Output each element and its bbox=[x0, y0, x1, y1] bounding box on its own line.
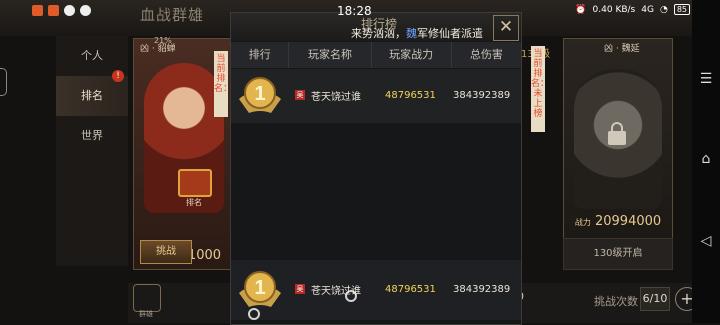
alarm-icon: ⏰ bbox=[575, 4, 587, 15]
marquee-faction: 魏 bbox=[406, 27, 417, 40]
lock-icon bbox=[608, 122, 626, 145]
status-bar: 18:28 ⏰ 0.40 KB/s 4G ◔ 85 bbox=[0, 0, 720, 22]
col-player-name: 玩家名称 bbox=[289, 42, 372, 68]
boss-card-diaochan[interactable]: 凶 · 貂蝉 当前排名： 排名 战力 2861000 bbox=[133, 38, 231, 270]
table-row[interactable]: 1 吴 苍天饶过谁 48796531 384392389 bbox=[231, 69, 521, 123]
heroes-icon[interactable] bbox=[133, 284, 161, 312]
notification-icon bbox=[80, 5, 91, 16]
my-rank-row[interactable]: 1 吴 苍天饶过谁 48796531 384392389 bbox=[231, 260, 521, 320]
unlock-level-label: 130级开启 bbox=[563, 238, 673, 270]
wifi-icon: ◔ bbox=[659, 4, 668, 15]
player-power: 48796531 bbox=[385, 284, 436, 295]
app-notification-icon bbox=[32, 5, 43, 16]
rank-medal-icon: 1 bbox=[239, 77, 281, 113]
ranking-tabs: 个人 排名 ! 世界 bbox=[56, 36, 128, 266]
app-notification-icon bbox=[48, 5, 59, 16]
progress-label: 21% bbox=[154, 36, 172, 45]
chest-label: 排名 bbox=[186, 198, 202, 207]
faction-flag: 吴 bbox=[295, 90, 305, 100]
tab-world[interactable]: 世界 bbox=[56, 116, 128, 156]
battery-level: 85 bbox=[673, 4, 690, 15]
faction-flag: 吴 bbox=[295, 284, 305, 294]
system-nav-bar: ☰ ⌂ ◁ bbox=[692, 0, 720, 323]
tab-ranking[interactable]: 排名 bbox=[56, 76, 128, 116]
net-speed: 0.40 KB/s bbox=[592, 4, 636, 15]
announcement-marquee: 来势汹汹，魏军修仙者派遣 bbox=[351, 25, 483, 41]
status-icons-left bbox=[32, 5, 91, 16]
boss-card-weiyan[interactable]: 凶 · 魏延 战力 20994000 bbox=[563, 38, 673, 270]
rank-number: 1 bbox=[254, 83, 265, 105]
nav-home-icon[interactable]: ⌂ bbox=[699, 152, 713, 166]
boss-power: 战力 20994000 bbox=[564, 214, 672, 229]
current-rank-label: 当前排名：未上榜 bbox=[531, 46, 545, 132]
power-icon: 战力 bbox=[574, 218, 591, 227]
current-rank-label: 当前排名： bbox=[214, 51, 228, 117]
rank-medal-icon: 1 bbox=[239, 271, 281, 307]
total-damage: 384392389 bbox=[453, 284, 511, 295]
reward-chest-icon[interactable] bbox=[178, 169, 212, 197]
player-name: 苍天饶过谁 bbox=[311, 92, 361, 103]
col-rank: 排行 bbox=[231, 42, 290, 68]
touch-indicator bbox=[248, 308, 260, 320]
marquee-suffix: 军修仙者派遣 bbox=[417, 27, 483, 40]
marquee-prefix: 来势汹汹， bbox=[351, 27, 406, 40]
total-damage: 384392389 bbox=[453, 90, 511, 101]
clock-notification-icon bbox=[64, 5, 75, 16]
status-time: 18:28 bbox=[337, 4, 372, 18]
leaderboard-modal: 排行榜 ✕ 来势汹汹，魏军修仙者派遣 排行 玩家名称 玩家战力 总伤害 1 吴 … bbox=[230, 12, 522, 325]
status-icons-right: ⏰ 0.40 KB/s 4G ◔ 85 bbox=[575, 4, 690, 15]
challenge-count-label: 挑战次数 bbox=[594, 295, 638, 308]
network-label: 4G bbox=[641, 4, 654, 15]
player-power: 48796531 bbox=[385, 90, 436, 101]
nav-menu-icon[interactable]: ☰ bbox=[699, 72, 713, 86]
side-drawer-handle[interactable] bbox=[0, 68, 7, 96]
nav-back-icon[interactable]: ◁ bbox=[699, 234, 713, 248]
col-total-damage: 总伤害 bbox=[469, 48, 503, 61]
col-player-power: 玩家战力 bbox=[372, 42, 452, 68]
challenge-button[interactable]: 挑战 bbox=[140, 240, 192, 264]
boss-name: 凶 · 魏延 bbox=[604, 44, 640, 54]
power-value: 20994000 bbox=[594, 214, 662, 229]
alert-badge-icon: ! bbox=[112, 70, 124, 82]
touch-indicator bbox=[345, 290, 357, 302]
heroes-label: 群雄 bbox=[139, 310, 153, 318]
table-header: 排行 玩家名称 玩家战力 总伤害 bbox=[231, 42, 521, 68]
challenge-count: 6/10 bbox=[640, 287, 670, 311]
rank-number: 1 bbox=[254, 277, 265, 299]
